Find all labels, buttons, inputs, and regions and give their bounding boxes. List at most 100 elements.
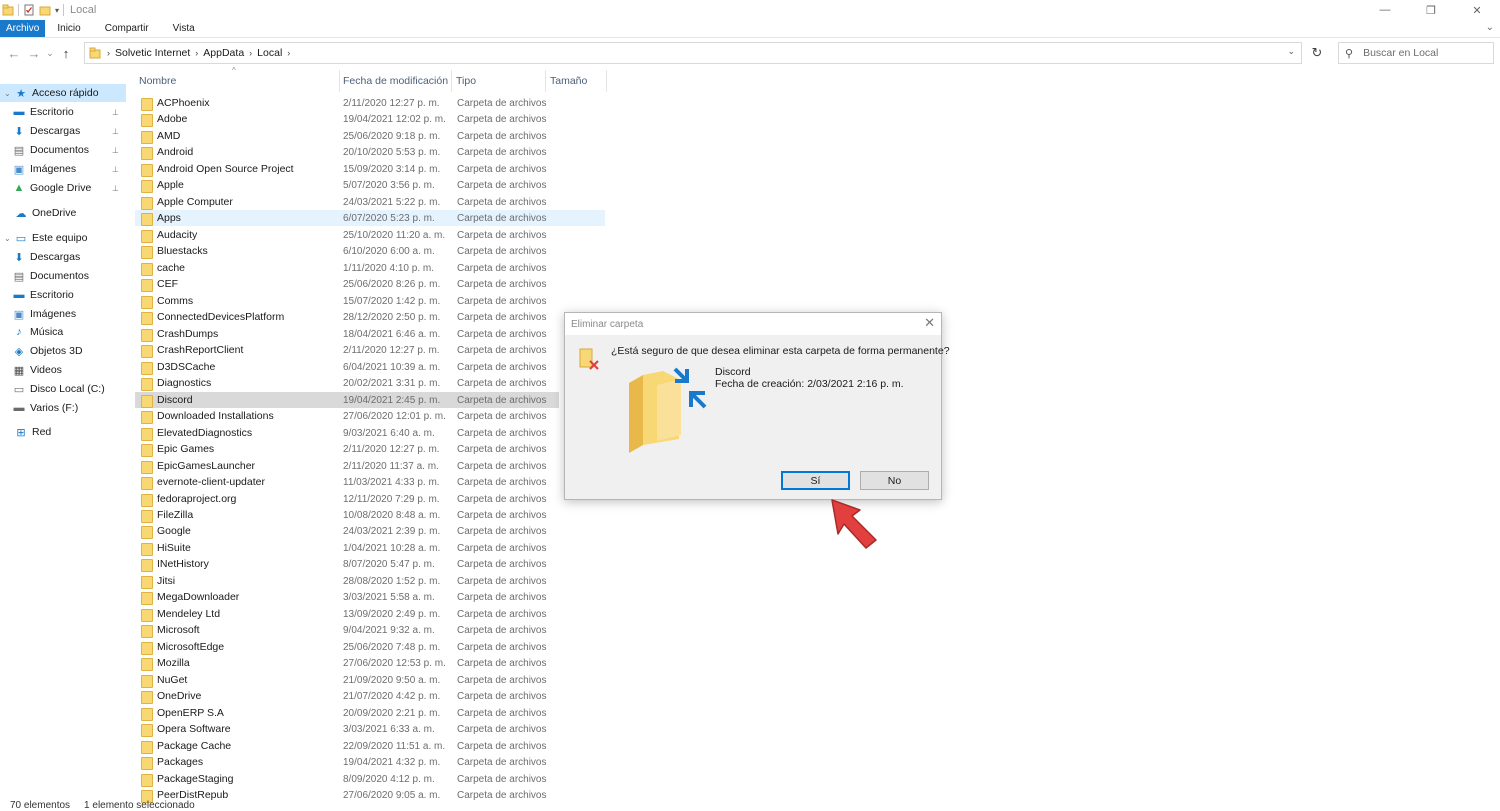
expand-chevron-icon[interactable]: ⌄	[4, 89, 14, 98]
expand-chevron-icon[interactable]: ⌄	[4, 234, 14, 243]
file-row[interactable]: Android 20/10/2020 5:53 p. m. Carpeta de a…	[135, 144, 605, 160]
sidebar-item[interactable]: ▬ Varios (F:)	[0, 399, 126, 417]
file-row[interactable]: Microsoft 9/04/2021 9:32 a. m. Carpeta de …	[135, 622, 605, 638]
breadcrumb-appdata[interactable]: AppData	[203, 47, 244, 59]
file-row[interactable]: Opera Software 3/03/2021 6:33 a. m. Carpet…	[135, 721, 605, 737]
file-row[interactable]: Apple 5/07/2020 3:56 p. m. Carpeta de arch…	[135, 177, 605, 193]
sidebar-item[interactable]: ⬇ Descargas	[0, 248, 126, 266]
file-row[interactable]: Apps 6/07/2020 5:23 p. m. Carpeta de archi…	[135, 210, 605, 226]
sidebar-item[interactable]: ▲ Google Drive ⊥	[0, 179, 126, 197]
file-type: Carpeta de archivos	[457, 179, 547, 191]
sidebar-item[interactable]: ⌄ ▭ Este equipo	[0, 229, 126, 247]
file-row[interactable]: Jitsi 28/08/2020 1:52 p. m. Carpeta de arc…	[135, 573, 605, 589]
file-row[interactable]: D3DSCache 6/04/2021 10:39 a. m. Carpeta de…	[135, 359, 605, 375]
tab-vista[interactable]: Vista	[161, 20, 207, 37]
customize-toolbar-icon[interactable]: ▾	[55, 6, 59, 15]
sidebar-item[interactable]: ▬ Escritorio ⊥	[0, 103, 126, 121]
breadcrumb-solvetic-internet[interactable]: Solvetic Internet	[115, 47, 190, 59]
window-controls: — ❐ ✕	[1362, 0, 1500, 20]
file-row[interactable]: Downloaded Installations 27/06/2020 12:01…	[135, 408, 605, 424]
column-header-date[interactable]: Fecha de modificación	[339, 72, 451, 90]
file-row[interactable]: Comms 15/07/2020 1:42 p. m. Carpeta de arc…	[135, 293, 605, 309]
file-row[interactable]: cache 1/11/2020 4:10 p. m. Carpeta de arch…	[135, 260, 605, 276]
file-type: Carpeta de archivos	[457, 723, 547, 735]
file-row[interactable]: Bluestacks 6/10/2020 6:00 a. m. Carpeta de…	[135, 243, 605, 259]
sidebar-item[interactable]: ☁ OneDrive	[0, 204, 126, 222]
sidebar-item[interactable]: ▤ Documentos ⊥	[0, 141, 126, 159]
file-row[interactable]: PackageStaging 8/09/2020 4:12 p. m. Carpet…	[135, 771, 605, 787]
tab-inicio[interactable]: Inicio	[45, 20, 92, 37]
file-row[interactable]: Android Open Source Project 15/09/2020 3:…	[135, 161, 605, 177]
file-row[interactable]: Packages 19/04/2021 4:32 p. m. Carpeta de …	[135, 754, 605, 770]
file-row[interactable]: Google 24/03/2021 2:39 p. m. Carpeta de ar…	[135, 523, 605, 539]
file-row[interactable]: Discord 19/04/2021 2:45 p. m. Carpeta de a…	[135, 392, 559, 408]
tab-compartir[interactable]: Compartir	[93, 20, 161, 37]
file-row[interactable]: Mendeley Ltd 13/09/2020 2:49 p. m. Carpeta…	[135, 606, 605, 622]
file-row[interactable]: Mozilla 27/06/2020 12:53 p. m. Carpeta de …	[135, 655, 605, 671]
sidebar-item[interactable]: ◈ Objetos 3D	[0, 342, 126, 360]
sidebar-item[interactable]: ⊞ Red	[0, 423, 126, 441]
address-bar[interactable]: › Solvetic Internet › AppData › Local › …	[84, 42, 1302, 64]
file-row[interactable]: CrashDumps 18/04/2021 6:46 a. m. Carpeta d…	[135, 326, 605, 342]
tab-archivo[interactable]: Archivo	[0, 20, 46, 37]
sidebar-item[interactable]: ▤ Documentos	[0, 267, 126, 285]
search-input[interactable]: ⚲ Buscar en Local	[1338, 42, 1494, 64]
minimize-button[interactable]: —	[1362, 0, 1408, 20]
file-row[interactable]: AMD 25/06/2020 9:18 p. m. Carpeta de archi…	[135, 128, 605, 144]
restore-button[interactable]: ❐	[1408, 0, 1454, 20]
file-row[interactable]: PeerDistRepub 27/06/2020 9:05 a. m. Carpet…	[135, 787, 605, 803]
forward-button[interactable]: →	[24, 46, 44, 61]
sidebar-item[interactable]: ⬇ Descargas ⊥	[0, 122, 126, 140]
file-row[interactable]: Adobe 19/04/2021 12:02 p. m. Carpeta de ar…	[135, 111, 605, 127]
column-header-type[interactable]: Tipo	[452, 72, 545, 90]
file-row[interactable]: EpicGamesLauncher 2/11/2020 11:37 a. m. Ca…	[135, 458, 605, 474]
file-row[interactable]: fedoraproject.org 12/11/2020 7:29 p. m. Ca…	[135, 491, 605, 507]
file-row[interactable]: ConnectedDevicesPlatform 28/12/2020 2:50 …	[135, 309, 605, 325]
column-header-size[interactable]: Tamaño	[546, 72, 606, 90]
file-row[interactable]: evernote-client-updater 11/03/2021 4:33 p…	[135, 474, 605, 490]
sidebar-item[interactable]: ▣ Imágenes	[0, 305, 126, 323]
file-row[interactable]: NuGet 21/09/2020 9:50 a. m. Carpeta de arc…	[135, 672, 605, 688]
sidebar-item[interactable]: ♪ Música	[0, 323, 126, 341]
file-row[interactable]: MicrosoftEdge 25/06/2020 7:48 p. m. Carpet…	[135, 639, 605, 655]
dialog-close-button[interactable]: ✕	[924, 315, 935, 331]
column-header-name[interactable]: Nombre	[135, 72, 339, 90]
close-button[interactable]: ✕	[1454, 0, 1500, 20]
new-folder-icon[interactable]	[39, 4, 51, 16]
expand-ribbon-icon[interactable]: ⌄	[1486, 22, 1494, 33]
file-date: 24/03/2021 5:22 p. m.	[343, 196, 441, 208]
file-row[interactable]: Diagnostics 20/02/2021 3:31 p. m. Carpeta …	[135, 375, 605, 391]
file-row[interactable]: ElevatedDiagnostics 9/03/2021 6:40 a. m. C…	[135, 425, 605, 441]
file-row[interactable]: HiSuite 1/04/2021 10:28 a. m. Carpeta de a…	[135, 540, 605, 556]
properties-icon[interactable]	[23, 4, 35, 16]
sidebar-item[interactable]: ▬ Escritorio	[0, 286, 126, 304]
sidebar-item[interactable]: ⌄ ★ Acceso rápido	[0, 84, 126, 102]
sidebar-item[interactable]: ▦ Videos	[0, 361, 126, 379]
folder-icon	[141, 773, 153, 787]
breadcrumb-local[interactable]: Local	[257, 47, 282, 59]
file-row[interactable]: ACPhoenix 2/11/2020 12:27 p. m. Carpeta de…	[135, 95, 605, 111]
yes-button[interactable]: Sí	[781, 471, 850, 490]
file-row[interactable]: Audacity 25/10/2020 11:20 a. m. Carpeta de…	[135, 227, 605, 243]
file-name: Jitsi	[157, 575, 176, 587]
address-dropdown-icon[interactable]: ⌄	[1287, 46, 1295, 57]
no-button[interactable]: No	[860, 471, 929, 490]
up-button[interactable]: ↑	[56, 46, 76, 61]
file-row[interactable]: MegaDownloader 3/03/2021 5:58 a. m. Carpet…	[135, 589, 605, 605]
back-button[interactable]: ←	[4, 46, 24, 61]
column-divider[interactable]	[606, 70, 607, 92]
file-row[interactable]: OpenERP S.A 20/09/2020 2:21 p. m. Carpeta …	[135, 705, 605, 721]
file-row[interactable]: CrashReportClient 2/11/2020 12:27 p. m. Ca…	[135, 342, 605, 358]
recent-locations-button[interactable]: ⌄	[44, 48, 56, 59]
file-row[interactable]: Apple Computer 24/03/2021 5:22 p. m. Carpe…	[135, 194, 605, 210]
sidebar-item[interactable]: ▭ Disco Local (C:)	[0, 380, 126, 398]
file-row[interactable]: CEF 25/06/2020 8:26 p. m. Carpeta de archi…	[135, 276, 605, 292]
refresh-button[interactable]: ↻	[1306, 42, 1328, 64]
file-row[interactable]: FileZilla 10/08/2020 8:48 a. m. Carpeta de…	[135, 507, 605, 523]
file-row[interactable]: OneDrive 21/07/2020 4:42 p. m. Carpeta de …	[135, 688, 605, 704]
sidebar-item[interactable]: ▣ Imágenes ⊥	[0, 160, 126, 178]
file-row[interactable]: Epic Games 2/11/2020 12:27 p. m. Carpeta d…	[135, 441, 605, 457]
file-type: Carpeta de archivos	[457, 690, 547, 702]
file-row[interactable]: Package Cache 22/09/2020 11:51 a. m. Carpe…	[135, 738, 605, 754]
file-row[interactable]: INetHistory 8/07/2020 5:47 p. m. Carpeta d…	[135, 556, 605, 572]
